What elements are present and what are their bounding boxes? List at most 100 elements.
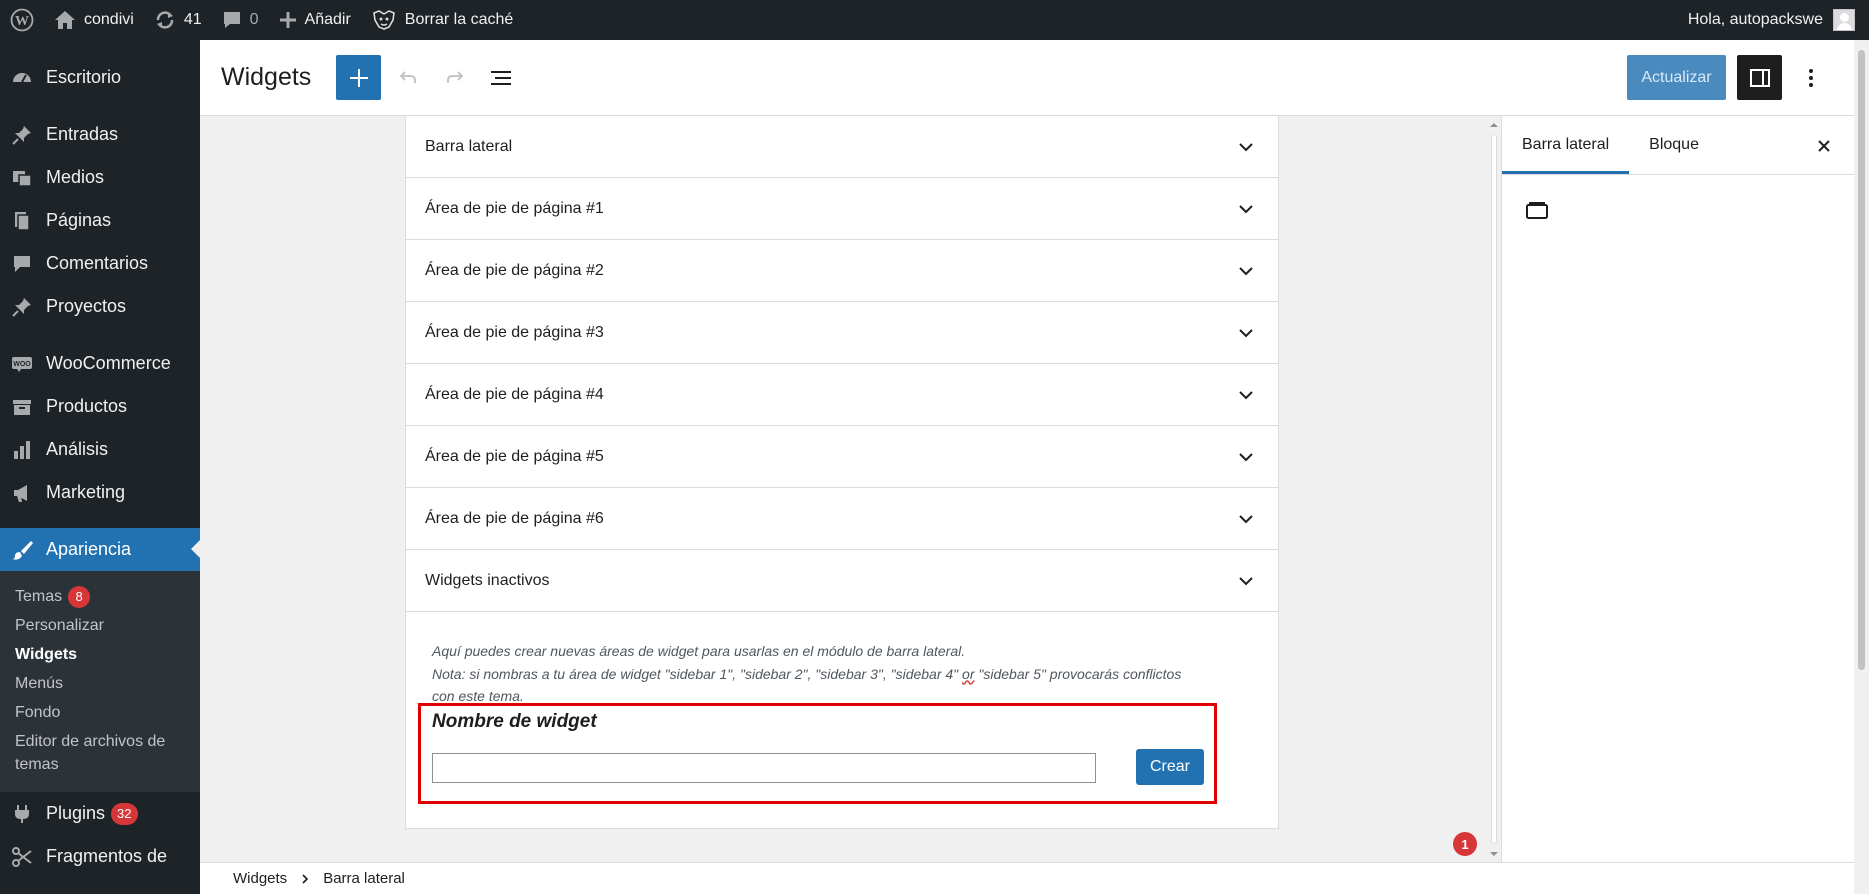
pin-icon [10, 123, 34, 147]
wordpress-logo[interactable]: W [0, 0, 44, 40]
comments-count: 0 [249, 11, 259, 28]
submenu-item-customize[interactable]: Personalizar [0, 614, 200, 637]
scroll-up-arrow-icon [1490, 123, 1498, 127]
comments-icon [10, 252, 34, 276]
list-view-icon [491, 70, 512, 85]
breadcrumb-current[interactable]: Barra lateral [323, 870, 405, 887]
add-new-link[interactable]: Añadir [269, 0, 361, 40]
cache-cheetah-icon [371, 9, 397, 31]
widget-area-footer-5[interactable]: Área de pie de página #5 [406, 426, 1278, 488]
woocommerce-icon: WOO [10, 352, 34, 376]
settings-panel: Barra lateral Bloque [1501, 116, 1854, 862]
widget-area-footer-1[interactable]: Área de pie de página #1 [406, 178, 1278, 240]
widget-area-inactive[interactable]: Widgets inactivos [406, 550, 1278, 612]
page-scroll-thumb[interactable] [1858, 50, 1865, 670]
menu-item-snippets[interactable]: Fragmentos de [0, 835, 200, 878]
widget-name-input[interactable] [432, 753, 1096, 783]
home-icon [54, 10, 76, 30]
submenu-item-menus[interactable]: Menús [0, 672, 200, 695]
plus-icon [279, 11, 297, 29]
comments-link[interactable]: 0 [212, 0, 269, 40]
archive-box-icon [10, 395, 34, 419]
submenu-item-theme-file-editor[interactable]: Editor de archivos de temas [0, 730, 200, 776]
plus-icon [349, 68, 368, 87]
chevron-down-icon [1234, 569, 1258, 593]
scroll-down-arrow-icon [1490, 852, 1498, 856]
notices-badge[interactable]: 1 [1453, 832, 1477, 856]
redo-button[interactable] [435, 58, 475, 98]
chevron-down-icon [1234, 135, 1258, 159]
svg-text:WOO: WOO [13, 361, 31, 368]
menu-item-woocommerce[interactable]: WOO WooCommerce [0, 342, 200, 385]
clear-cache-link[interactable]: Borrar la caché [361, 0, 524, 40]
media-icon [10, 166, 34, 190]
menu-item-dashboard[interactable]: Escritorio [0, 56, 200, 99]
page-title: Widgets [221, 63, 312, 91]
undo-icon [399, 70, 417, 83]
menu-item-pages[interactable]: Páginas [0, 199, 200, 242]
dashboard-icon [10, 66, 34, 90]
breadcrumb-root[interactable]: Widgets [233, 870, 287, 887]
scissors-icon [10, 845, 34, 869]
menu-item-products[interactable]: Productos [0, 385, 200, 428]
avatar [1833, 9, 1855, 31]
menu-item-marketing[interactable]: Marketing [0, 471, 200, 514]
chevron-down-icon [1234, 321, 1258, 345]
widget-area-footer-3[interactable]: Área de pie de página #3 [406, 302, 1278, 364]
updates-link[interactable]: 41 [144, 0, 212, 40]
clear-cache-label: Borrar la caché [404, 11, 514, 28]
site-name-link[interactable]: condivi [44, 0, 144, 40]
scroll-thumb[interactable] [1491, 134, 1497, 844]
widget-area-footer-4[interactable]: Área de pie de página #4 [406, 364, 1278, 426]
add-new-label: Añadir [304, 11, 351, 28]
svg-text:W: W [15, 14, 29, 29]
breadcrumb: Widgets Barra lateral [200, 862, 1854, 894]
admin-bar: W condivi 41 0 Añadir Borrar la caché Ho… [0, 0, 1869, 40]
chevron-down-icon [1234, 507, 1258, 531]
greeting: Hola, autopackswe [1687, 11, 1823, 28]
tab-block[interactable]: Bloque [1629, 116, 1719, 174]
comment-icon [222, 10, 242, 30]
widget-area-footer-2[interactable]: Área de pie de página #2 [406, 240, 1278, 302]
tab-sidebar[interactable]: Barra lateral [1502, 116, 1630, 174]
submenu-item-themes[interactable]: Temas 8 [0, 585, 200, 608]
account-menu[interactable]: Hola, autopackswe [1688, 9, 1869, 31]
update-button[interactable]: Actualizar [1627, 55, 1726, 100]
options-menu-button[interactable] [1797, 58, 1825, 98]
chevron-down-icon [1234, 445, 1258, 469]
menu-item-posts[interactable]: Entradas [0, 113, 200, 156]
updates-icon [154, 9, 176, 31]
menu-item-comments[interactable]: Comentarios [0, 242, 200, 285]
settings-sidebar-toggle[interactable] [1737, 55, 1782, 100]
redo-icon [447, 70, 464, 83]
widget-area-footer-6[interactable]: Área de pie de página #6 [406, 488, 1278, 550]
close-icon [1818, 140, 1830, 152]
menu-item-appearance[interactable]: Apariencia [0, 528, 200, 571]
submenu-item-background[interactable]: Fondo [0, 701, 200, 724]
site-name: condivi [84, 11, 134, 28]
menu-item-analytics[interactable]: Análisis [0, 428, 200, 471]
create-widget-area-panel: Aquí puedes crear nuevas áreas de widget… [406, 612, 1278, 828]
close-panel-button[interactable] [1812, 134, 1836, 158]
menu-item-projects[interactable]: Proyectos [0, 285, 200, 328]
page-scrollbar[interactable] [1854, 40, 1869, 894]
create-button[interactable]: Crear [1136, 749, 1204, 785]
undo-button[interactable] [388, 58, 428, 98]
pin-icon [10, 295, 34, 319]
settings-tabs: Barra lateral Bloque [1502, 116, 1854, 175]
wordpress-icon: W [10, 8, 34, 32]
menu-item-media[interactable]: Medios [0, 156, 200, 199]
themes-update-badge: 8 [68, 585, 91, 608]
widget-area-sidebar[interactable]: Barra lateral [406, 116, 1278, 178]
chevron-down-icon [1234, 259, 1258, 283]
admin-sidebar: Escritorio Entradas Medios Páginas Comen… [0, 40, 200, 894]
pages-icon [10, 209, 34, 233]
paintbrush-icon [10, 538, 34, 562]
plugins-update-badge: 32 [111, 802, 138, 825]
submenu-item-widgets[interactable]: Widgets [0, 643, 200, 666]
add-block-button[interactable] [336, 55, 382, 100]
canvas-scrollbar[interactable] [1487, 116, 1501, 862]
menu-item-plugins[interactable]: Plugins 32 [0, 792, 200, 835]
list-view-button[interactable] [482, 58, 522, 98]
chevron-right-icon [301, 873, 309, 885]
